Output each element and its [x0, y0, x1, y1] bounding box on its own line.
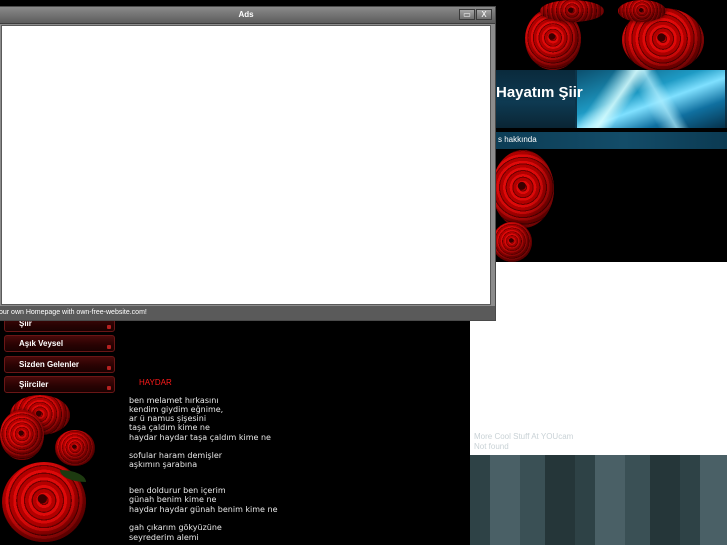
poem-line: kendim giydim eğnime, — [129, 405, 224, 414]
nav-item-label: Sizden Gelenler — [19, 360, 80, 369]
about-link[interactable]: s hakkında — [498, 135, 537, 144]
promo-text-line: More Cool Stuff At YOUcam — [474, 432, 574, 441]
minimize-button[interactable]: ▭ — [459, 9, 475, 20]
poem-line: ben doldurur ben içerim — [129, 486, 226, 495]
nav-item-asik-veysel[interactable]: Aşık Veysel — [4, 335, 115, 352]
ad-content-box[interactable] — [470, 262, 727, 455]
poem-title: HAYDAR — [139, 378, 172, 387]
nav-item-siirciler[interactable]: Şiirciler — [4, 376, 115, 393]
header-banner-image — [575, 70, 725, 128]
nav-item-sizden-gelenler[interactable]: Sizden Gelenler — [4, 356, 115, 373]
nav-item-label: Şiirciler — [19, 380, 49, 389]
poem-line: ar ü namus şişesini — [129, 414, 207, 423]
nav-item-label: Aşık Veysel — [19, 339, 64, 348]
poem-line: taşa çaldım kime ne — [129, 423, 210, 432]
poem-line: aşkımın şarabına — [129, 460, 198, 469]
poem-line: günah benim kime ne — [129, 495, 217, 504]
ads-window-titlebar[interactable]: Ads ▭ X — [0, 7, 495, 24]
rose-decoration — [492, 150, 554, 228]
poem-line: seyrederim alemi — [129, 533, 199, 542]
promo-text[interactable]: More Cool Stuff At YOUcam Not found — [474, 432, 573, 452]
poem-line: sofular haram demişler — [129, 451, 223, 460]
rose-decoration — [55, 430, 95, 466]
striped-footer-panel — [470, 455, 727, 545]
ads-window-title: Ads — [238, 10, 254, 19]
poem-line: ben melamet hırkasını — [129, 396, 219, 405]
rose-decoration — [540, 0, 604, 22]
close-button[interactable]: X — [476, 9, 492, 20]
poem-line: haydar haydar günah benim kime ne — [129, 505, 278, 514]
rose-decoration — [492, 222, 532, 262]
rose-decoration — [0, 410, 44, 460]
ads-window-content[interactable] — [1, 25, 491, 305]
ads-popup-window[interactable]: Ads ▭ X our own Homepage with own-free-w… — [0, 6, 496, 321]
promo-text-line: Not found — [474, 442, 509, 451]
ads-window-status-bar[interactable]: our own Homepage with own-free-website.c… — [0, 306, 495, 320]
poem-line: gah çıkarım gökyüzüne — [129, 523, 222, 532]
poem-line: haydar haydar taşa çaldım kime ne — [129, 433, 271, 442]
site-title: Hayatım Şiir — [496, 84, 583, 101]
rose-decoration — [618, 0, 666, 22]
